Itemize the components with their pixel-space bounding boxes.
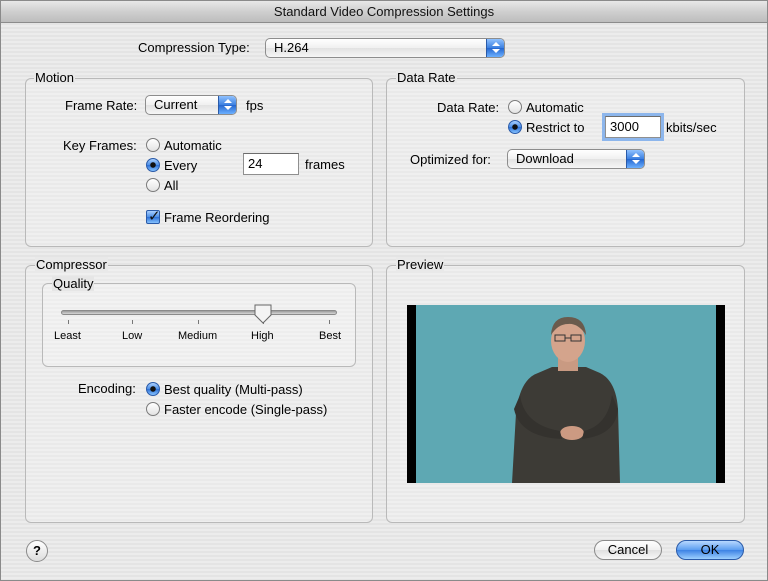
key-frames-every-input[interactable]: 24	[243, 153, 299, 175]
quality-tick	[68, 320, 69, 324]
encoding-faster-label: Faster encode (Single-pass)	[164, 402, 328, 417]
compression-type-popup[interactable]: H.264	[265, 38, 505, 58]
popup-arrows-icon	[218, 96, 236, 114]
data-rate-input[interactable]: 3000	[605, 116, 661, 138]
encoding-best-quality-label: Best quality (Multi-pass)	[164, 382, 303, 397]
data-rate-unit-label: kbits/sec	[666, 120, 717, 135]
data-rate-restrict-radio[interactable]	[508, 120, 522, 134]
quality-tick-label: Medium	[178, 330, 218, 342]
encoding-label: Encoding:	[78, 381, 136, 396]
quality-tick-label: Best	[319, 330, 342, 342]
frame-reordering-checkbox[interactable]: ✓	[146, 208, 161, 225]
compression-type-label: Compression Type:	[138, 40, 250, 55]
quality-tick	[198, 320, 199, 324]
frame-rate-label: Frame Rate:	[65, 98, 138, 113]
motion-group-title: Motion	[34, 70, 76, 85]
quality-tick-label: Low	[122, 330, 143, 342]
encoding-best-quality-radio[interactable]	[146, 382, 160, 396]
data-rate-group-title: Data Rate	[396, 70, 457, 85]
frame-reordering-label: Frame Reordering	[164, 210, 270, 225]
fps-label: fps	[246, 98, 264, 113]
optimized-for-popup[interactable]: Download	[507, 149, 645, 169]
window-title: Standard Video Compression Settings	[1, 1, 767, 23]
key-frames-automatic-label: Automatic	[164, 138, 222, 153]
dialog-window: Standard Video Compression Settings Comp…	[0, 0, 768, 581]
cancel-button[interactable]: Cancel	[594, 540, 662, 560]
compression-type-value: H.264	[274, 40, 309, 55]
encoding-faster-radio[interactable]	[146, 402, 160, 416]
key-frames-automatic-radio[interactable]	[146, 138, 160, 152]
quality-tick	[132, 320, 133, 324]
data-rate-automatic-label: Automatic	[526, 100, 584, 115]
key-frames-all-radio[interactable]	[146, 178, 160, 192]
quality-group	[42, 283, 356, 367]
key-frames-every-label: Every	[164, 158, 198, 173]
video-preview	[407, 305, 725, 483]
quality-slider-track[interactable]	[61, 310, 337, 315]
quality-group-title: Quality	[52, 276, 95, 291]
quality-tick-label: High	[251, 330, 274, 342]
compressor-group-title: Compressor	[35, 257, 108, 272]
quality-tick	[329, 320, 330, 324]
preview-group-title: Preview	[396, 257, 445, 272]
data-rate-restrict-label: Restrict to	[526, 120, 585, 135]
frames-label: frames	[305, 157, 345, 172]
help-button[interactable]: ?	[26, 540, 48, 562]
quality-slider-thumb[interactable]	[253, 303, 273, 325]
frame-rate-popup[interactable]: Current	[145, 95, 237, 115]
popup-arrows-icon	[626, 150, 644, 168]
popup-arrows-icon	[486, 39, 504, 57]
key-frames-every-radio[interactable]	[146, 158, 160, 172]
frame-rate-value: Current	[154, 97, 198, 112]
key-frames-label: Key Frames:	[63, 138, 137, 153]
presenter-image	[512, 317, 620, 483]
quality-tick-label: Least	[54, 330, 81, 342]
ok-button[interactable]: OK	[676, 540, 744, 560]
key-frames-all-label: All	[164, 178, 179, 193]
data-rate-automatic-radio[interactable]	[508, 100, 522, 114]
optimized-for-value: Download	[516, 151, 574, 166]
checkmark-icon: ✓	[148, 208, 161, 225]
optimized-for-label: Optimized for:	[410, 152, 491, 167]
data-rate-label: Data Rate:	[437, 100, 500, 115]
